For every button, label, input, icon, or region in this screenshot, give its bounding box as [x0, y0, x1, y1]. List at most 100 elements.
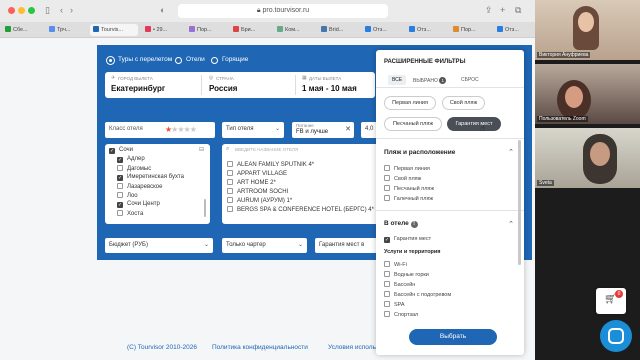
- browser-tab[interactable]: Отз...: [362, 24, 402, 36]
- maximize-window-button[interactable]: [28, 7, 35, 14]
- chip-own-beach[interactable]: Свой пляж: [442, 96, 485, 110]
- share-icon[interactable]: ⇪: [485, 5, 493, 16]
- checkbox[interactable]: [227, 197, 233, 203]
- checkbox[interactable]: [117, 192, 123, 198]
- browser-tab-active[interactable]: Tourvis...: [90, 24, 138, 36]
- chevron-up-icon[interactable]: ⌃: [508, 220, 514, 228]
- browser-tab[interactable]: • 29...: [142, 24, 182, 36]
- checkbox[interactable]: [227, 170, 233, 176]
- new-tab-icon[interactable]: +: [500, 5, 505, 15]
- checkbox[interactable]: [384, 261, 390, 267]
- list-item[interactable]: ✓ Имеретинская бухта: [117, 174, 184, 181]
- browser-tab[interactable]: Ком...: [274, 24, 314, 36]
- checkbox[interactable]: [227, 161, 233, 167]
- address-bar[interactable]: 🔒︎ pro.tourvisor.ru: [178, 4, 388, 18]
- tab-selected[interactable]: ВЫБРАНО 1: [413, 77, 447, 84]
- sidebar-icon[interactable]: ▯: [45, 5, 50, 16]
- browser-tab[interactable]: Трч...: [46, 24, 86, 36]
- list-item[interactable]: ART HOME 2*: [227, 179, 276, 186]
- guarantee-select[interactable]: Гарантия мест в: [315, 238, 377, 253]
- tab-reset[interactable]: СБРОС: [461, 77, 479, 83]
- checkbox[interactable]: [227, 206, 233, 212]
- radio-hot-deals[interactable]: [211, 57, 218, 64]
- chevron-up-icon[interactable]: ⌃: [508, 148, 514, 156]
- tab-all[interactable]: ВСЕ: [388, 75, 407, 85]
- list-item[interactable]: ARTROOM SOCHI: [227, 188, 288, 195]
- section-in-hotel[interactable]: В отеле !: [384, 220, 418, 228]
- terms-link[interactable]: Условия использ: [328, 344, 379, 351]
- browser-tab[interactable]: Сбе...: [2, 24, 42, 36]
- list-item[interactable]: SPA: [384, 301, 405, 308]
- video-tile[interactable]: Sveta: [535, 128, 640, 188]
- list-item[interactable]: Wi-Fi: [384, 261, 407, 268]
- privacy-link[interactable]: Политика конфиденциальности: [212, 344, 308, 351]
- checkbox[interactable]: [117, 210, 123, 216]
- hotel-type-select[interactable]: Тип отеля ⌄: [222, 122, 284, 138]
- hotel-search-input[interactable]: ВВЕДИТЕ НАЗВАНИЕ ОТЕЛЯ: [235, 147, 298, 152]
- budget-select[interactable]: Бюджет (РУБ) ⌄: [105, 238, 213, 253]
- list-item[interactable]: ✓ Адлер: [117, 156, 145, 163]
- list-item[interactable]: AURUM (АУРУМ) 1*: [227, 197, 292, 204]
- browser-tab[interactable]: Отз...: [494, 24, 534, 36]
- browser-tab[interactable]: Пор...: [186, 24, 226, 36]
- list-item[interactable]: Дагомыс: [117, 165, 151, 172]
- browser-tab[interactable]: Brid...: [318, 24, 358, 36]
- list-item[interactable]: BERGS SPA & CONFERENCE HOTEL (БЕРГС) 4*: [227, 206, 374, 213]
- chip-sandy-beach[interactable]: Песчаный пляж: [384, 117, 442, 131]
- checkbox[interactable]: [384, 291, 390, 297]
- list-item[interactable]: Первая линия: [384, 165, 430, 172]
- hotel-class-select[interactable]: Класс отеля ★★★★★: [105, 122, 215, 138]
- collapse-icon[interactable]: ⊟: [199, 146, 204, 153]
- chat-button[interactable]: [600, 320, 632, 352]
- star-rating[interactable]: ★★★★★: [165, 122, 197, 137]
- checkbox[interactable]: [384, 301, 390, 307]
- list-item[interactable]: APPART VILLAGE: [227, 170, 287, 177]
- checkbox[interactable]: ✓: [109, 148, 115, 154]
- chip-guarantee[interactable]: Гарантия мест: [447, 117, 501, 131]
- meal-select[interactable]: Питание FB и лучше ✕: [292, 122, 354, 138]
- browser-tab[interactable]: Пор...: [450, 24, 490, 36]
- tabs-overview-icon[interactable]: ⧉: [515, 5, 521, 16]
- list-item[interactable]: Бассейн с подогревом: [384, 291, 451, 298]
- list-item[interactable]: ✓ Сочи: [109, 147, 133, 154]
- shield-icon[interactable]: ◐: [160, 5, 165, 15]
- browser-tab[interactable]: Отз...: [406, 24, 446, 36]
- minimize-window-button[interactable]: [18, 7, 25, 14]
- checkbox[interactable]: [384, 271, 390, 277]
- list-item[interactable]: Лоо: [117, 192, 138, 199]
- browser-tab[interactable]: Бри...: [230, 24, 270, 36]
- checkbox[interactable]: [384, 185, 390, 191]
- depart-city[interactable]: Екатеринбург: [111, 84, 165, 93]
- list-item[interactable]: Бассейн: [384, 281, 415, 288]
- video-tile[interactable]: Виктория Ануфриева: [535, 0, 640, 60]
- radio-tours-with-flight[interactable]: [107, 57, 114, 64]
- list-item[interactable]: ✓ Гарантия мест: [384, 236, 431, 243]
- chip-first-line[interactable]: Первая линия: [384, 96, 436, 110]
- list-item[interactable]: ✓ Сочи Центр: [117, 201, 160, 208]
- list-item[interactable]: Галечный пляж: [384, 195, 433, 202]
- cart-button[interactable]: 🛒︎ 0: [596, 288, 626, 314]
- checkbox[interactable]: ✓: [117, 175, 123, 181]
- checkbox[interactable]: [227, 179, 233, 185]
- section-beach[interactable]: Пляж и расположение: [384, 149, 455, 156]
- list-item[interactable]: Лазаревское: [117, 183, 162, 190]
- checkbox[interactable]: ✓: [117, 157, 123, 163]
- checkbox[interactable]: [384, 311, 390, 317]
- scrollbar[interactable]: [204, 199, 206, 217]
- checkbox[interactable]: [384, 175, 390, 181]
- checkbox[interactable]: [384, 281, 390, 287]
- charter-select[interactable]: Только чартер ⌄: [222, 238, 307, 253]
- checkbox[interactable]: ✓: [384, 237, 390, 243]
- checkbox[interactable]: [117, 183, 123, 189]
- apply-button[interactable]: Выбрать: [409, 329, 497, 345]
- back-arrow-icon[interactable]: ‹: [60, 5, 63, 15]
- list-item[interactable]: Свой пляж: [384, 175, 421, 182]
- list-item[interactable]: Хоста: [117, 210, 143, 217]
- checkbox[interactable]: [117, 165, 123, 171]
- checkbox[interactable]: ✓: [117, 202, 123, 208]
- list-item[interactable]: ALEAN FAMILY SPUTNIK 4*: [227, 161, 314, 168]
- country-value[interactable]: Россия: [209, 84, 237, 93]
- close-window-button[interactable]: [8, 7, 15, 14]
- close-icon[interactable]: ✕: [345, 125, 351, 133]
- list-item[interactable]: Водные горки: [384, 271, 429, 278]
